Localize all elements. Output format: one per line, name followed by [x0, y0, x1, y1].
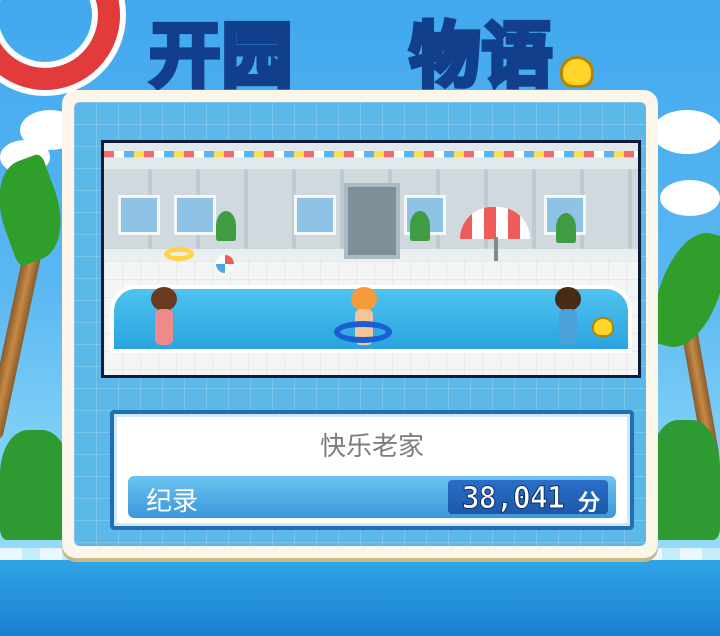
record-label: 纪录: [146, 487, 199, 517]
score-box: 38,041 分: [448, 480, 608, 517]
window: [294, 195, 336, 235]
score-unit: 分: [577, 491, 600, 516]
cloud: [660, 180, 720, 216]
logo-title-line1: 开园: [148, 14, 295, 99]
potted-plant: [556, 213, 576, 243]
bunting-flags: [104, 151, 638, 158]
character-boy-blue-shirt: [554, 287, 581, 347]
bush: [0, 430, 70, 540]
float-ring-icon: [164, 247, 194, 261]
entrance-door: [344, 183, 400, 259]
rubber-duck-icon: [592, 317, 614, 337]
panel-inner: 快乐老家 纪录 38,041 分: [74, 102, 646, 546]
score-value: 38,041: [461, 481, 565, 517]
park-scene-image: [101, 140, 641, 378]
window: [118, 195, 160, 235]
park-name: 快乐老家: [319, 432, 424, 462]
beach-ball-icon: [216, 255, 234, 273]
character-girl-red-swimsuit: [150, 287, 177, 347]
record-bar: 纪录 38,041 分: [128, 476, 616, 518]
window: [174, 195, 216, 235]
park-info-box: 快乐老家 纪录 38,041 分: [110, 410, 634, 530]
sea: [0, 560, 720, 636]
park-record-panel[interactable]: 快乐老家 纪录 38,041 分: [62, 90, 658, 558]
cloud: [652, 110, 720, 154]
potted-plant: [216, 211, 236, 241]
inner-tube-icon: [334, 321, 392, 343]
logo-title-line2: 物语: [408, 14, 555, 99]
potted-plant: [410, 211, 430, 241]
bush: [650, 420, 720, 540]
rubber-duck-icon: [560, 56, 594, 88]
